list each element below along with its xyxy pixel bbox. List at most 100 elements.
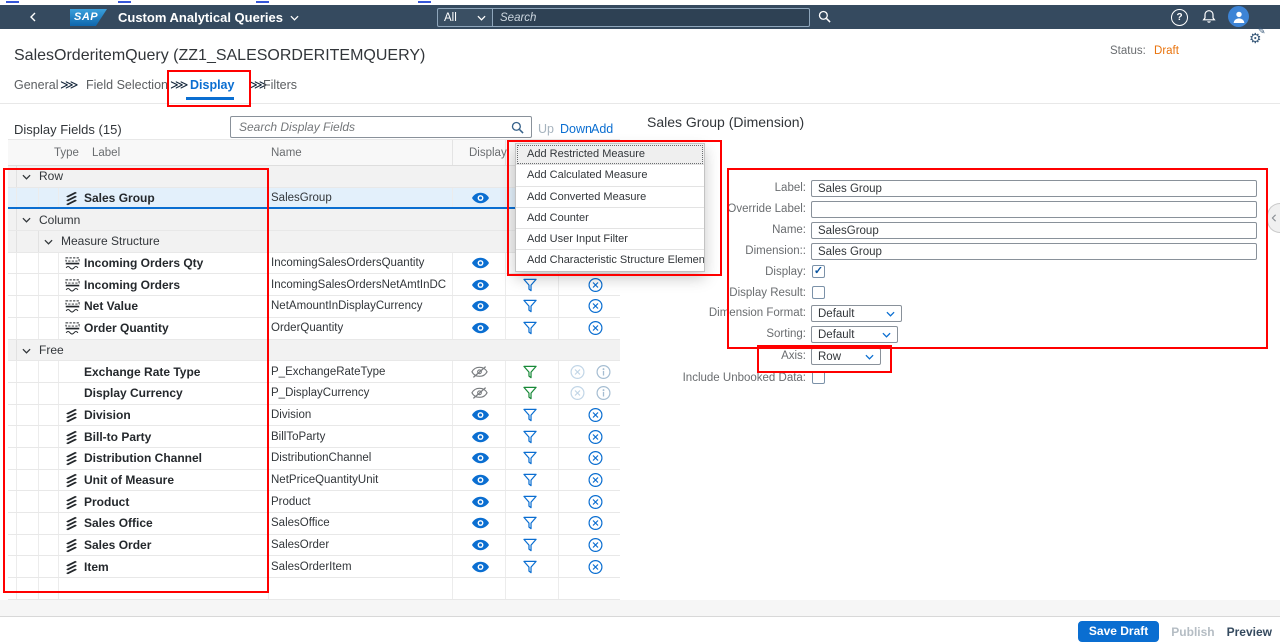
eye-off-icon[interactable] [471, 365, 488, 378]
filter-icon[interactable] [523, 430, 537, 444]
display-fields-search-input[interactable] [231, 117, 517, 137]
include-unbooked-checkbox[interactable] [812, 371, 825, 384]
table-row[interactable]: Product Product [8, 491, 620, 513]
table-row[interactable]: Exchange Rate Type P_ExchangeRateType [8, 361, 620, 383]
filter-icon[interactable] [523, 299, 537, 313]
field-name: SalesOffice [271, 517, 330, 530]
menu-item-add-counter[interactable]: Add Counter [516, 208, 704, 230]
sap-logo[interactable]: SAP [70, 9, 107, 26]
eye-icon[interactable] [472, 431, 489, 442]
tab-field-selection[interactable]: Field Selection [86, 78, 168, 92]
adapt-ui-gear-pencil-icon[interactable]: ⚙ ✎ [1249, 26, 1266, 47]
decline-icon[interactable] [588, 494, 603, 509]
tab-display[interactable]: Display [190, 78, 234, 92]
filter-icon[interactable] [523, 365, 537, 379]
group-row[interactable]: Free [8, 339, 620, 362]
tab-filters[interactable]: Filters [263, 78, 297, 92]
field-label: Product [84, 494, 130, 509]
panel-resize-handle[interactable] [1267, 203, 1280, 233]
display-checkbox[interactable] [812, 265, 825, 278]
filter-icon[interactable] [523, 321, 537, 335]
help-icon[interactable]: ? [1171, 9, 1188, 26]
decline-icon [570, 386, 585, 401]
field-name: Product [271, 495, 311, 508]
filter-icon[interactable] [523, 278, 537, 292]
eye-off-icon[interactable] [471, 387, 488, 400]
table-row[interactable]: Display Currency P_DisplayCurrency [8, 382, 620, 405]
shell-search-input[interactable] [493, 8, 810, 27]
filter-icon[interactable] [523, 560, 537, 574]
search-icon[interactable] [818, 10, 831, 23]
table-row[interactable]: Division Division [8, 404, 620, 427]
decline-icon[interactable] [588, 516, 603, 531]
eye-icon[interactable] [472, 453, 489, 464]
axis-select[interactable]: Row [811, 348, 881, 365]
decline-icon[interactable] [588, 472, 603, 487]
label-input[interactable] [811, 180, 1257, 197]
tab-general[interactable]: General [14, 78, 58, 92]
back-icon[interactable] [28, 11, 38, 23]
decline-icon[interactable] [588, 407, 603, 422]
chevron-down-icon[interactable] [22, 174, 31, 180]
menu-item-add-calculated-measure[interactable]: Add Calculated Measure [516, 165, 704, 187]
info-icon[interactable] [596, 386, 611, 401]
dimension-format-select[interactable]: Default [811, 305, 902, 322]
menu-item-add-user-input-filter[interactable]: Add User Input Filter [516, 229, 704, 251]
chevron-down-icon[interactable] [22, 217, 31, 223]
menu-item-add-characteristic-structure-element[interactable]: Add Characteristic Structure Element [516, 250, 704, 270]
eye-icon[interactable] [472, 561, 489, 572]
move-up-link[interactable]: Up [538, 122, 554, 136]
move-down-link[interactable]: Down [560, 122, 592, 136]
table-row[interactable]: Bill-to Party BillToParty [8, 426, 620, 448]
eye-icon[interactable] [472, 279, 489, 290]
filter-icon[interactable] [523, 538, 537, 552]
dimension-icon [65, 494, 78, 509]
eye-icon[interactable] [472, 474, 489, 485]
save-draft-button[interactable]: Save Draft [1077, 621, 1160, 642]
search-icon[interactable] [511, 121, 524, 134]
dimension-input[interactable] [811, 243, 1257, 260]
table-row[interactable]: Net Value NetAmountInDisplayCurrency [8, 296, 620, 318]
name-input[interactable] [811, 222, 1257, 239]
group-label: Column [39, 212, 81, 227]
table-row[interactable]: Sales Office SalesOffice [8, 513, 620, 535]
bell-icon[interactable] [1202, 9, 1216, 24]
eye-icon[interactable] [472, 409, 489, 420]
avatar[interactable] [1228, 6, 1249, 27]
page-title: SalesOrderitemQuery (ZZ1_SALESORDERITEMQ… [14, 47, 426, 64]
decline-icon[interactable] [588, 451, 603, 466]
eye-icon[interactable] [472, 258, 489, 269]
menu-item-add-converted-measure[interactable]: Add Converted Measure [516, 187, 704, 208]
chevron-down-icon[interactable] [44, 239, 53, 245]
eye-icon[interactable] [472, 540, 489, 551]
decline-icon[interactable] [588, 538, 603, 553]
filter-icon[interactable] [523, 408, 537, 422]
eye-icon[interactable] [472, 323, 489, 334]
table-row[interactable]: Incoming Orders IncomingSalesOrdersNetAm… [8, 274, 620, 297]
chevron-down-icon[interactable] [22, 348, 31, 354]
filter-icon[interactable] [523, 516, 537, 530]
table-row[interactable]: Item SalesOrderItem [8, 556, 620, 579]
filter-icon[interactable] [523, 386, 537, 400]
table-row[interactable]: Distribution Channel DistributionChannel [8, 447, 620, 470]
eye-icon[interactable] [472, 301, 489, 312]
table-row[interactable]: Unit of Measure NetPriceQuantityUnit [8, 469, 620, 492]
eye-icon[interactable] [472, 518, 489, 529]
preview-button[interactable]: Preview [1227, 625, 1272, 639]
menu-item-add-restricted-measure[interactable]: Add Restricted Measure [516, 144, 704, 166]
decline-icon[interactable] [588, 559, 603, 574]
table-row[interactable]: Sales Order SalesOrder [8, 534, 620, 557]
search-scope-select[interactable]: All [437, 8, 493, 27]
table-row[interactable]: Order Quantity OrderQuantity [8, 317, 620, 340]
filter-icon[interactable] [523, 473, 537, 487]
decline-icon[interactable] [588, 429, 603, 444]
add-menu-button[interactable]: Add [591, 122, 613, 136]
eye-icon[interactable] [472, 192, 489, 203]
override-label-input[interactable] [811, 201, 1257, 218]
filter-icon[interactable] [523, 495, 537, 509]
display-result-checkbox[interactable] [812, 286, 825, 299]
sorting-select[interactable]: Default [811, 326, 898, 343]
filter-icon[interactable] [523, 451, 537, 465]
eye-icon[interactable] [472, 496, 489, 507]
app-title-menu[interactable]: Custom Analytical Queries [118, 10, 299, 25]
